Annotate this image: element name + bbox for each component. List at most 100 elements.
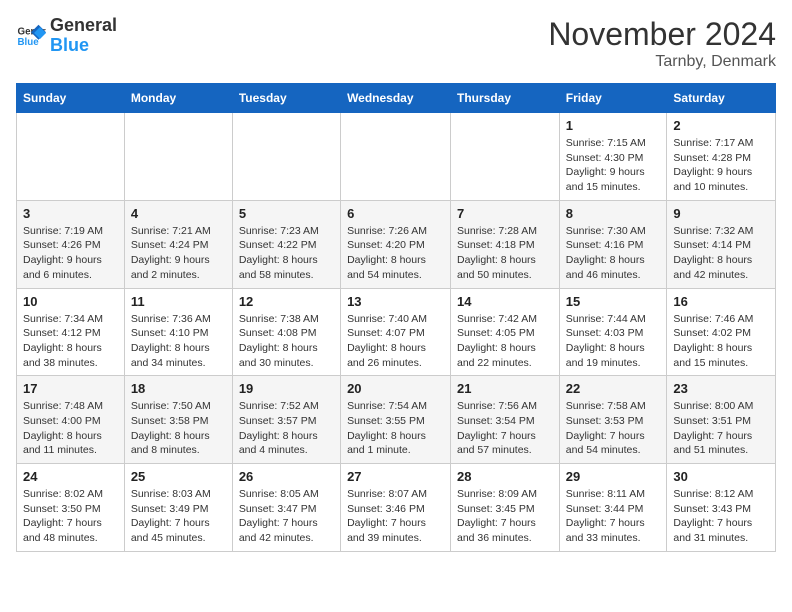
calendar-col-header: Sunday (17, 84, 125, 113)
calendar-col-header: Tuesday (232, 84, 340, 113)
calendar-cell: 15Sunrise: 7:44 AMSunset: 4:03 PMDayligh… (559, 288, 667, 376)
day-number: 20 (347, 381, 444, 396)
logo: General Blue General Blue (16, 16, 117, 56)
day-info: Sunrise: 8:12 AMSunset: 3:43 PMDaylight:… (673, 487, 769, 546)
calendar-cell: 12 Sunrise: 7:38 AMSunset: 4:08 PMDayligh… (232, 288, 340, 376)
calendar-cell: 2Sunrise: 7:17 AMSunset: 4:28 PMDaylight… (667, 113, 776, 201)
day-number: 22 (566, 381, 661, 396)
calendar-cell: 13 Sunrise: 7:40 AMSunset: 4:07 PMDayligh… (341, 288, 451, 376)
day-info: Sunrise: 8:00 AMSunset: 3:51 PMDaylight:… (673, 399, 769, 458)
day-info: Sunrise: 8:03 AMSunset: 3:49 PMDaylight:… (131, 487, 226, 546)
day-number: 23 (673, 381, 769, 396)
page-header: General Blue General Blue November 2024 … (16, 16, 776, 71)
day-info: Sunrise: 7:21 AMSunset: 4:24 PMDaylight:… (131, 224, 226, 283)
day-info: Sunrise: 7:15 AMSunset: 4:30 PMDaylight:… (566, 136, 661, 195)
day-info: Sunrise: 7:23 AMSunset: 4:22 PMDaylight:… (239, 224, 334, 283)
day-info: Sunrise: 7:26 AMSunset: 4:20 PMDaylight:… (347, 224, 444, 283)
day-number: 6 (347, 206, 444, 221)
calendar-cell (17, 113, 125, 201)
day-info: Sunrise: 8:02 AMSunset: 3:50 PMDaylight:… (23, 487, 118, 546)
day-number: 11 (131, 294, 226, 309)
day-info: Sunrise: 7:48 AMSunset: 4:00 PMDaylight:… (23, 399, 118, 458)
calendar-col-header: Friday (559, 84, 667, 113)
calendar-cell (124, 113, 232, 201)
day-info: Sunrise: 7:19 AMSunset: 4:26 PMDaylight:… (23, 224, 118, 283)
day-number: 15 (566, 294, 661, 309)
calendar-cell (341, 113, 451, 201)
day-number: 2 (673, 118, 769, 133)
calendar-cell: 22Sunrise: 7:58 AMSunset: 3:53 PMDayligh… (559, 376, 667, 464)
day-number: 5 (239, 206, 334, 221)
day-info: Sunrise: 8:07 AMSunset: 3:46 PMDaylight:… (347, 487, 444, 546)
calendar-cell: 9 Sunrise: 7:32 AMSunset: 4:14 PMDaylight… (667, 200, 776, 288)
day-info: Sunrise: 7:30 AMSunset: 4:16 PMDaylight:… (566, 224, 661, 283)
day-number: 13 (347, 294, 444, 309)
day-info: Sunrise: 7:32 AMSunset: 4:14 PMDaylight:… (673, 224, 769, 283)
calendar-cell: 5 Sunrise: 7:23 AMSunset: 4:22 PMDaylight… (232, 200, 340, 288)
calendar-cell: 21 Sunrise: 7:56 AMSunset: 3:54 PMDayligh… (451, 376, 560, 464)
day-info: Sunrise: 8:05 AMSunset: 3:47 PMDaylight:… (239, 487, 334, 546)
day-number: 18 (131, 381, 226, 396)
calendar-cell: 25 Sunrise: 8:03 AMSunset: 3:49 PMDayligh… (124, 464, 232, 552)
calendar-cell: 14 Sunrise: 7:42 AMSunset: 4:05 PMDayligh… (451, 288, 560, 376)
day-number: 10 (23, 294, 118, 309)
calendar-col-header: Monday (124, 84, 232, 113)
month-title: November 2024 (548, 16, 776, 53)
day-info: Sunrise: 7:46 AMSunset: 4:02 PMDaylight:… (673, 312, 769, 371)
day-number: 12 (239, 294, 334, 309)
calendar-cell: 30Sunrise: 8:12 AMSunset: 3:43 PMDayligh… (667, 464, 776, 552)
calendar-cell: 28 Sunrise: 8:09 AMSunset: 3:45 PMDayligh… (451, 464, 560, 552)
calendar-col-header: Saturday (667, 84, 776, 113)
calendar-cell: 11 Sunrise: 7:36 AMSunset: 4:10 PMDayligh… (124, 288, 232, 376)
day-info: Sunrise: 7:56 AMSunset: 3:54 PMDaylight:… (457, 399, 553, 458)
day-info: Sunrise: 7:42 AMSunset: 4:05 PMDaylight:… (457, 312, 553, 371)
day-number: 8 (566, 206, 661, 221)
calendar-week-row: 10 Sunrise: 7:34 AMSunset: 4:12 PMDayligh… (17, 288, 776, 376)
day-info: Sunrise: 8:09 AMSunset: 3:45 PMDaylight:… (457, 487, 553, 546)
day-info: Sunrise: 7:28 AMSunset: 4:18 PMDaylight:… (457, 224, 553, 283)
day-number: 17 (23, 381, 118, 396)
day-info: Sunrise: 7:52 AMSunset: 3:57 PMDaylight:… (239, 399, 334, 458)
calendar-table: SundayMondayTuesdayWednesdayThursdayFrid… (16, 83, 776, 552)
day-number: 4 (131, 206, 226, 221)
calendar-week-row: 24Sunrise: 8:02 AMSunset: 3:50 PMDayligh… (17, 464, 776, 552)
calendar-cell: 8 Sunrise: 7:30 AMSunset: 4:16 PMDaylight… (559, 200, 667, 288)
day-number: 7 (457, 206, 553, 221)
day-number: 21 (457, 381, 553, 396)
calendar-week-row: 1 Sunrise: 7:15 AMSunset: 4:30 PMDaylight… (17, 113, 776, 201)
calendar-cell: 1 Sunrise: 7:15 AMSunset: 4:30 PMDaylight… (559, 113, 667, 201)
logo-icon: General Blue (16, 21, 46, 51)
day-info: Sunrise: 7:34 AMSunset: 4:12 PMDaylight:… (23, 312, 118, 371)
calendar-cell: 16Sunrise: 7:46 AMSunset: 4:02 PMDayligh… (667, 288, 776, 376)
day-info: Sunrise: 7:40 AMSunset: 4:07 PMDaylight:… (347, 312, 444, 371)
day-info: Sunrise: 7:38 AMSunset: 4:08 PMDaylight:… (239, 312, 334, 371)
calendar-cell: 23 Sunrise: 8:00 AMSunset: 3:51 PMDayligh… (667, 376, 776, 464)
day-number: 19 (239, 381, 334, 396)
day-number: 9 (673, 206, 769, 221)
title-block: November 2024 Tarnby, Denmark (548, 16, 776, 71)
calendar-cell: 4 Sunrise: 7:21 AMSunset: 4:24 PMDaylight… (124, 200, 232, 288)
calendar-cell: 3 Sunrise: 7:19 AMSunset: 4:26 PMDaylight… (17, 200, 125, 288)
day-number: 28 (457, 469, 553, 484)
logo-general-text: General (50, 15, 117, 35)
calendar-cell: 18Sunrise: 7:50 AMSunset: 3:58 PMDayligh… (124, 376, 232, 464)
day-number: 27 (347, 469, 444, 484)
calendar-cell: 7 Sunrise: 7:28 AMSunset: 4:18 PMDaylight… (451, 200, 560, 288)
calendar-cell: 17 Sunrise: 7:48 AMSunset: 4:00 PMDayligh… (17, 376, 125, 464)
calendar-cell: 19 Sunrise: 7:52 AMSunset: 3:57 PMDayligh… (232, 376, 340, 464)
calendar-cell: 27 Sunrise: 8:07 AMSunset: 3:46 PMDayligh… (341, 464, 451, 552)
calendar-cell: 20Sunrise: 7:54 AMSunset: 3:55 PMDayligh… (341, 376, 451, 464)
calendar-col-header: Wednesday (341, 84, 451, 113)
day-info: Sunrise: 7:36 AMSunset: 4:10 PMDaylight:… (131, 312, 226, 371)
calendar-cell: 26 Sunrise: 8:05 AMSunset: 3:47 PMDayligh… (232, 464, 340, 552)
day-number: 1 (566, 118, 661, 133)
calendar-col-header: Thursday (451, 84, 560, 113)
logo-blue-text: Blue (50, 35, 89, 55)
day-number: 14 (457, 294, 553, 309)
day-number: 25 (131, 469, 226, 484)
svg-text:Blue: Blue (18, 37, 40, 48)
day-number: 29 (566, 469, 661, 484)
calendar-week-row: 3 Sunrise: 7:19 AMSunset: 4:26 PMDaylight… (17, 200, 776, 288)
day-number: 26 (239, 469, 334, 484)
day-number: 3 (23, 206, 118, 221)
